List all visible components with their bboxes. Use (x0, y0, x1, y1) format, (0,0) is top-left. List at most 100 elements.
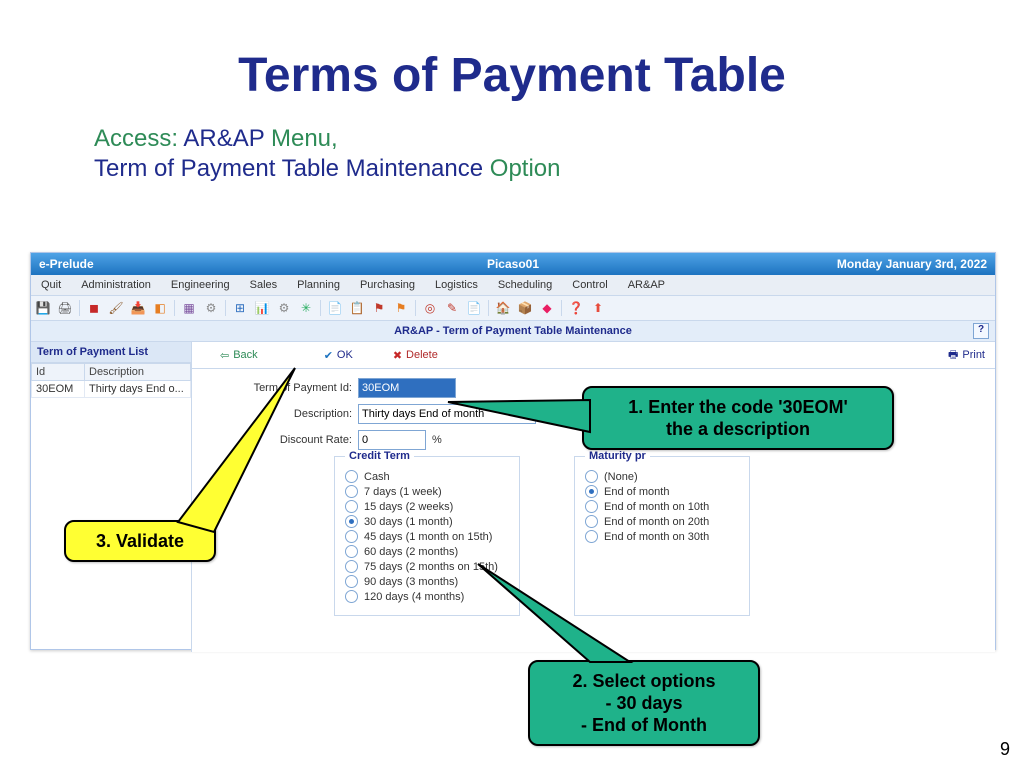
rate-label: Discount Rate: (242, 434, 352, 446)
credit-term-option[interactable]: 7 days (1 week) (345, 485, 505, 498)
back-button[interactable]: ⇦ Back (212, 349, 266, 362)
orange-square-icon[interactable]: ◧ (152, 300, 168, 316)
maturity-label: (None) (604, 471, 638, 483)
ok-button[interactable]: ✔ OK (316, 349, 361, 362)
maturity-fieldset: Maturity pr (None)End of monthEnd of mon… (574, 450, 750, 616)
section-header: AR&AP - Term of Payment Table Maintenanc… (31, 321, 995, 342)
credit-term-option[interactable]: 120 days (4 months) (345, 590, 505, 603)
menu-sales[interactable]: Sales (240, 279, 288, 291)
printer-icon: 🖶 (948, 346, 958, 365)
titlebar: e-Prelude Picaso01 Monday January 3rd, 2… (31, 253, 995, 275)
cell-desc: Thirty days End o... (85, 381, 191, 398)
gear-icon[interactable]: ⚙ (203, 300, 219, 316)
access-path: Access: AR&AP Menu, Term of Payment Tabl… (94, 124, 561, 184)
credit-term-label: 120 days (4 months) (364, 591, 464, 603)
credit-term-option[interactable]: 75 days (2 months on 15th) (345, 560, 505, 573)
red-square-icon[interactable]: ◼ (86, 300, 102, 316)
credit-term-option[interactable]: 90 days (3 months) (345, 575, 505, 588)
clipboard-icon[interactable]: 📋 (349, 300, 365, 316)
delete-button[interactable]: ✖ Delete (385, 349, 446, 362)
table-icon[interactable]: ⊞ (232, 300, 248, 316)
callout2-line2: - 30 days (544, 692, 744, 714)
brush-icon[interactable]: 🖌 (108, 300, 124, 316)
up-arrow-icon[interactable]: ⬆ (590, 300, 606, 316)
credit-term-option[interactable]: 30 days (1 month) (345, 515, 505, 528)
menu-logistics[interactable]: Logistics (425, 279, 488, 291)
cell-id: 30EOM (32, 381, 85, 398)
green-gear-icon[interactable]: ✳ (298, 300, 314, 316)
menu-engineering[interactable]: Engineering (161, 279, 240, 291)
rate-unit: % (432, 434, 442, 446)
green-doc-icon[interactable]: 📄 (466, 300, 482, 316)
help-icon[interactable]: ❓ (568, 300, 584, 316)
radio-icon (585, 470, 598, 483)
print-icon[interactable]: 🖨 (57, 300, 73, 316)
credit-term-label: 45 days (1 month on 15th) (364, 531, 492, 543)
config-icon[interactable]: ⚙ (276, 300, 292, 316)
bar-chart-icon[interactable]: 📊 (254, 300, 270, 316)
table-row[interactable]: 30EOM Thirty days End o... (32, 381, 191, 398)
menu-scheduling[interactable]: Scheduling (488, 279, 562, 291)
back-label: Back (233, 349, 257, 361)
callout-step3: 3. Validate (64, 520, 216, 562)
credit-term-option[interactable]: 45 days (1 month on 15th) (345, 530, 505, 543)
maturity-option[interactable]: End of month (585, 485, 735, 498)
ok-label: OK (337, 349, 353, 361)
maturity-option[interactable]: End of month on 30th (585, 530, 735, 543)
payment-id-input[interactable] (358, 378, 456, 398)
grid-icon[interactable]: ▦ (181, 300, 197, 316)
titlebar-user: Picaso01 (31, 257, 995, 271)
back-arrow-icon: ⇦ (220, 349, 229, 362)
credit-term-option[interactable]: 15 days (2 weeks) (345, 500, 505, 513)
maturity-label: End of month on 10th (604, 501, 709, 513)
credit-term-label: Cash (364, 471, 390, 483)
credit-term-option[interactable]: Cash (345, 470, 505, 483)
id-label: Term of Payment Id: (242, 382, 352, 394)
callout1-line1: 1. Enter the code '30EOM' (598, 396, 878, 418)
orange-flag-icon[interactable]: ⚑ (393, 300, 409, 316)
radio-icon (585, 500, 598, 513)
yellow-doc-icon[interactable]: 📄 (327, 300, 343, 316)
form: Term of Payment Id: Description: Discoun… (242, 378, 536, 456)
sidebar-col-desc[interactable]: Description (85, 364, 191, 381)
radio-icon (585, 485, 598, 498)
credit-term-label: 60 days (2 months) (364, 546, 458, 558)
menu-control[interactable]: Control (562, 279, 617, 291)
help-icon[interactable]: ? (973, 323, 989, 339)
radio-icon (345, 500, 358, 513)
radio-icon (345, 485, 358, 498)
menu-arap[interactable]: AR&AP (618, 279, 675, 291)
toolbar: 💾 🖨 ◼ 🖌 📥 ◧ ▦ ⚙ ⊞ 📊 ⚙ ✳ 📄 📋 ⚑ ⚑ ◎ ✎ 📄 🏠 📦 ◆ ❓ ⬆ (31, 296, 995, 321)
maturity-option[interactable]: (None) (585, 470, 735, 483)
actionbar: ⇦ Back ✔ OK ✖ Delete 🖶 Print (192, 342, 995, 369)
maturity-label: End of month (604, 486, 669, 498)
credit-term-option[interactable]: 60 days (2 months) (345, 545, 505, 558)
credit-term-label: 30 days (1 month) (364, 516, 453, 528)
menu-quit[interactable]: Quit (31, 279, 71, 291)
menu-purchasing[interactable]: Purchasing (350, 279, 425, 291)
sidebar-col-id[interactable]: Id (32, 364, 85, 381)
menu-administration[interactable]: Administration (71, 279, 161, 291)
menu-planning[interactable]: Planning (287, 279, 350, 291)
discount-rate-input[interactable] (358, 430, 426, 450)
maturity-option[interactable]: End of month on 20th (585, 515, 735, 528)
box-icon[interactable]: 📦 (517, 300, 533, 316)
save-icon[interactable]: 💾 (35, 300, 51, 316)
credit-term-label: 75 days (2 months on 15th) (364, 561, 498, 573)
description-input[interactable] (358, 404, 536, 424)
house-icon[interactable]: 🏠 (495, 300, 511, 316)
target-icon[interactable]: ◎ (422, 300, 438, 316)
callout3-text: 3. Validate (96, 531, 184, 551)
access-menu-word: Menu, (271, 125, 338, 152)
sidebar-table: Id Description 30EOM Thirty days End o..… (31, 363, 191, 398)
callout1-line2: the a description (598, 418, 878, 440)
flag-icon[interactable]: ⚑ (371, 300, 387, 316)
page-number: 9 (1000, 739, 1010, 760)
pink-icon[interactable]: ◆ (539, 300, 555, 316)
callout-step1: 1. Enter the code '30EOM' the a descript… (582, 386, 894, 450)
print-button[interactable]: 🖶 Print (948, 346, 985, 365)
inbox-icon[interactable]: 📥 (130, 300, 146, 316)
radio-icon (345, 530, 358, 543)
edit-doc-icon[interactable]: ✎ (444, 300, 460, 316)
maturity-option[interactable]: End of month on 10th (585, 500, 735, 513)
